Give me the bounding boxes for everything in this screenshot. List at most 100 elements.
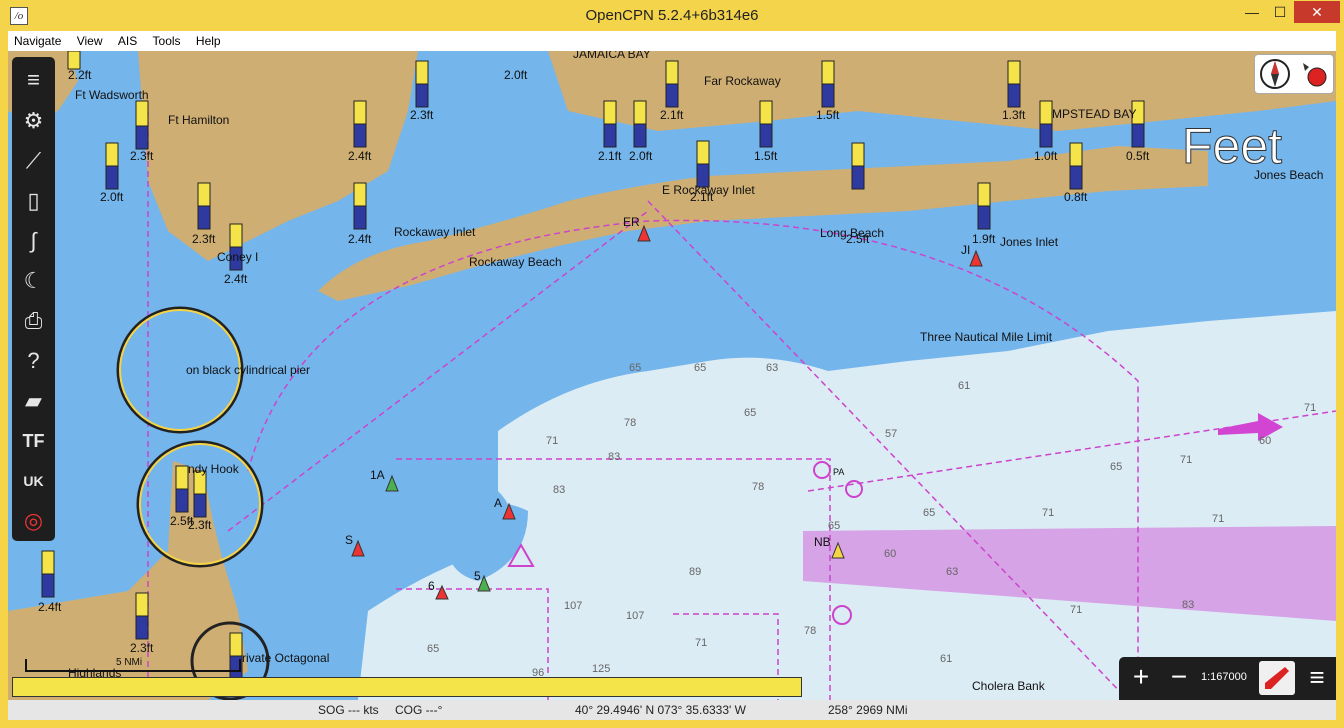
depth-sounding: 65 <box>1110 461 1123 473</box>
document-icon[interactable]: ▯ <box>12 182 55 220</box>
label-far-rockaway: Far Rockaway <box>704 74 781 88</box>
cursor-position-readout: 40° 29.4946' N 073° 35.6333' W <box>575 703 746 717</box>
label-buoy-a: A <box>494 496 503 510</box>
label-coney-island: Coney I <box>217 250 259 264</box>
depth-sounding: 78 <box>752 481 765 493</box>
cog-readout: COG ---° <box>395 703 443 717</box>
depth-sounding: 71 <box>1212 513 1225 525</box>
close-button[interactable]: ✕ <box>1294 1 1340 23</box>
tide-label: 1.5ft <box>754 149 778 163</box>
depth-sounding: 61 <box>958 380 971 392</box>
depth-sounding: 65 <box>694 362 707 374</box>
tide-label: 2.5ft <box>846 232 870 246</box>
depth-sounding: 83 <box>553 484 566 496</box>
depth-sounding: 71 <box>1180 454 1193 466</box>
label-hempstead-bay: MPSTEAD BAY <box>1052 107 1137 121</box>
scale-bar-label: 5 NMi <box>116 657 143 668</box>
depth-sounding: 78 <box>804 625 817 637</box>
tide-current-icon[interactable]: TF <box>12 422 55 460</box>
menu-tools[interactable]: Tools <box>147 31 187 51</box>
label-ji-buoy: JI <box>961 243 971 257</box>
depth-sounding: 65 <box>427 643 440 655</box>
zoom-in-button[interactable]: + <box>1125 661 1157 695</box>
depth-sounding: 71 <box>1304 402 1317 414</box>
route-icon[interactable]: ⟋ <box>12 142 55 180</box>
label-buoy-5: 5 <box>474 569 481 583</box>
depth-sounding: 107 <box>564 600 583 612</box>
chart-scale-readout: 1:167000 <box>1201 671 1247 683</box>
label-er-buoy: ER <box>623 215 640 229</box>
label-pa-mark: PA <box>833 467 845 477</box>
menu-view[interactable]: View <box>71 31 109 51</box>
settings-gear-icon[interactable]: ⚙ <box>12 102 55 140</box>
tide-label: 1.3ft <box>1002 108 1026 122</box>
depth-sounding: 83 <box>1182 599 1195 611</box>
depth-sounding: 65 <box>629 362 642 374</box>
depth-sounding: 125 <box>592 663 611 675</box>
label-buoy-s: S <box>345 533 354 547</box>
label-cholera-bank: Cholera Bank <box>972 679 1045 693</box>
land-brooklyn <box>138 51 418 261</box>
menu-navigate[interactable]: Navigate <box>8 31 67 51</box>
tide-label: 2.4ft <box>348 232 372 246</box>
depth-sounding: 60 <box>884 548 897 560</box>
layers-icon[interactable]: ▰ <box>12 382 55 420</box>
depth-sounding: 63 <box>946 566 959 578</box>
tide-label: 0.5ft <box>1126 149 1150 163</box>
label-pier: on black cylindrical pier <box>186 363 311 377</box>
tide-label: 2.3ft <box>188 518 212 532</box>
chart-canvas[interactable]: ≡ ⚙ ⟋ ▯ ∫ ☾ ⎙ ? ▰ TF UK ◎ JAMAICA BAY Fa… <box>8 51 1336 700</box>
depth-sounding: 71 <box>1070 604 1083 616</box>
uk-ruler-icon[interactable]: UK <box>12 462 55 500</box>
depth-sounding: 89 <box>689 566 702 578</box>
menu-ais[interactable]: AIS <box>112 31 143 51</box>
tide-label: 2.0ft <box>100 190 124 204</box>
zoom-out-button[interactable]: − <box>1163 661 1195 695</box>
chart-load-progress-bar <box>12 677 802 697</box>
tide-label: 2.3ft <box>410 108 434 122</box>
tide-label: 2.2ft <box>68 68 92 82</box>
maximize-button[interactable]: ☐ <box>1266 1 1294 23</box>
label-private-octagonal: rivate Octagonal <box>242 651 330 665</box>
depth-sounding: 71 <box>546 435 559 447</box>
menu-bar: Navigate View AIS Tools Help <box>8 31 1336 51</box>
depth-sounding: 65 <box>923 507 936 519</box>
track-icon[interactable]: ∫ <box>12 222 55 260</box>
label-ft-hamilton: Ft Hamilton <box>168 113 230 127</box>
menu-icon[interactable]: ≡ <box>12 61 55 99</box>
night-mode-icon[interactable]: ☾ <box>12 262 55 300</box>
tide-label: 1.0ft <box>1034 149 1058 163</box>
depth-sounding: 107 <box>626 610 645 622</box>
tide-label: 1.5ft <box>816 108 840 122</box>
label-sandy-hook: ndy Hook <box>188 462 239 476</box>
tide-label: 2.1ft <box>690 190 714 204</box>
tide-label: 2.4ft <box>224 272 248 286</box>
hamburger-menu-icon[interactable]: ≡ <box>1301 661 1333 695</box>
print-icon[interactable]: ⎙ <box>12 302 55 340</box>
tide-label: 2.0ft <box>504 68 528 82</box>
mob-lifebuoy-icon[interactable]: ◎ <box>12 502 55 540</box>
ship-icon[interactable] <box>1259 661 1295 695</box>
depth-sounding: 65 <box>744 407 757 419</box>
bearing-distance-readout: 258° 2969 NMi <box>828 703 908 717</box>
tide-label: 2.4ft <box>348 149 372 163</box>
label-jamaica-bay: JAMAICA BAY <box>573 51 651 61</box>
help-icon[interactable]: ? <box>12 342 55 380</box>
depth-unit-label: Feet <box>1181 118 1283 175</box>
tide-label: 2.1ft <box>598 149 622 163</box>
minimize-button[interactable]: — <box>1238 1 1266 23</box>
compass-widget[interactable] <box>1254 54 1334 94</box>
tide-label: 0.8ft <box>1064 190 1088 204</box>
label-buoy-6: 6 <box>428 579 435 593</box>
title-bar: /o OpenCPN 5.2.4+6b314e6 — ☐ ✕ <box>0 0 1344 31</box>
depth-sounding: 78 <box>624 417 637 429</box>
depth-sounding: 71 <box>695 637 708 649</box>
label-three-mile-limit: Three Nautical Mile Limit <box>920 330 1053 344</box>
label-rockaway-beach: Rockaway Beach <box>469 255 562 269</box>
depth-sounding: 60 <box>1259 435 1272 447</box>
depth-sounding: 63 <box>766 362 779 374</box>
label-ft-wadsworth: Ft Wadsworth <box>75 88 149 102</box>
depth-sounding: 83 <box>608 451 621 463</box>
label-buoy-1a: 1A <box>370 468 385 482</box>
menu-help[interactable]: Help <box>190 31 227 51</box>
